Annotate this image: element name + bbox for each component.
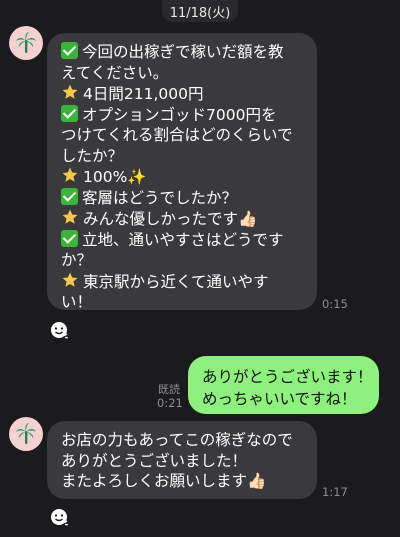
read-receipt: 既読 bbox=[158, 383, 180, 396]
message-line: ありがとうございました！ bbox=[61, 451, 303, 472]
message-line: 立地、通いやすさはどうです bbox=[61, 229, 303, 251]
smiley-reaction-icon[interactable] bbox=[49, 507, 69, 527]
message-text: 今回の出稼ぎで稼いだ額を教 bbox=[82, 43, 284, 61]
message-line: ありがとうございます！ bbox=[202, 366, 373, 388]
message-text: お店の力もあってこの稼ぎなので bbox=[61, 431, 293, 449]
message-line: つけてくれる割合はどのくらいで bbox=[61, 125, 303, 146]
check-mark-icon bbox=[61, 104, 78, 122]
message-text: い！ bbox=[61, 293, 93, 311]
sender-avatar[interactable] bbox=[9, 26, 43, 60]
message-line: 4日間211,000円 bbox=[61, 83, 303, 105]
message-text: つけてくれる割合はどのくらいで bbox=[61, 126, 293, 144]
message-line: えてください。 bbox=[61, 63, 303, 84]
star-icon bbox=[62, 272, 78, 287]
message-time: 0:15 bbox=[322, 297, 348, 311]
message-text: ありがとうございます！ bbox=[202, 368, 373, 386]
message-text: またよろしくお願いします👍🏻 bbox=[61, 472, 267, 490]
message-text: オプションゴッド7000円を bbox=[82, 105, 277, 124]
outgoing-message-bubble[interactable]: ありがとうございます！ めっちゃいいですね！ bbox=[188, 356, 379, 414]
message-line: したか？ bbox=[61, 146, 303, 167]
message-line: 東京駅から近くて通いやす bbox=[61, 271, 303, 293]
incoming-message-bubble[interactable]: お店の力もあってこの稼ぎなので ありがとうございました！ またよろしくお願いします👍… bbox=[47, 421, 317, 499]
sender-avatar[interactable] bbox=[9, 417, 43, 451]
star-icon bbox=[62, 209, 78, 224]
message-text: えてください。 bbox=[61, 63, 169, 82]
message-line: またよろしくお願いします👍🏻 bbox=[61, 471, 303, 492]
date-separator: 11/18(火) bbox=[162, 0, 238, 22]
check-mark-icon bbox=[61, 42, 78, 59]
palm-tree-icon bbox=[16, 32, 36, 53]
message-text: 立地、通いやすさはどうです bbox=[82, 230, 284, 249]
message-line: めっちゃいいですね！ bbox=[202, 388, 365, 410]
message-time: 0:21 bbox=[157, 396, 183, 410]
message-text: めっちゃいいですね！ bbox=[202, 390, 357, 408]
message-text: 東京駅から近くて通いやす bbox=[83, 272, 269, 291]
message-time: 1:17 bbox=[322, 485, 348, 499]
message-line: 客層はどうでしたか？ bbox=[61, 187, 303, 209]
message-line: オプションゴッド7000円を bbox=[61, 104, 303, 126]
message-line: 100%✨ bbox=[61, 166, 303, 188]
message-line: みんな優しかったです👍🏻 bbox=[61, 208, 303, 230]
message-line: お店の力もあってこの稼ぎなので bbox=[61, 430, 303, 451]
message-line: い！ bbox=[61, 292, 303, 313]
star-icon bbox=[62, 84, 78, 99]
message-text: 100%✨ bbox=[83, 168, 147, 186]
message-text: 4日間211,000円 bbox=[83, 85, 204, 103]
message-line: 今回の出稼ぎで稼いだ額を教 bbox=[61, 42, 303, 63]
message-text: か？ bbox=[61, 251, 93, 269]
message-text: みんな優しかったです👍🏻 bbox=[83, 210, 258, 228]
smiley-reaction-icon[interactable] bbox=[49, 320, 69, 340]
message-text: ありがとうございました！ bbox=[61, 451, 248, 470]
message-text: したか？ bbox=[61, 146, 124, 165]
check-mark-icon bbox=[61, 229, 78, 247]
message-line: か？ bbox=[61, 250, 303, 271]
star-icon bbox=[62, 167, 78, 182]
message-text: 客層はどうでしたか？ bbox=[82, 188, 238, 207]
incoming-message-bubble[interactable]: 今回の出稼ぎで稼いだ額を教えてください。 4日間211,000円オプションゴッド7… bbox=[47, 33, 317, 313]
palm-tree-icon bbox=[16, 423, 36, 444]
check-mark-icon bbox=[61, 187, 78, 205]
